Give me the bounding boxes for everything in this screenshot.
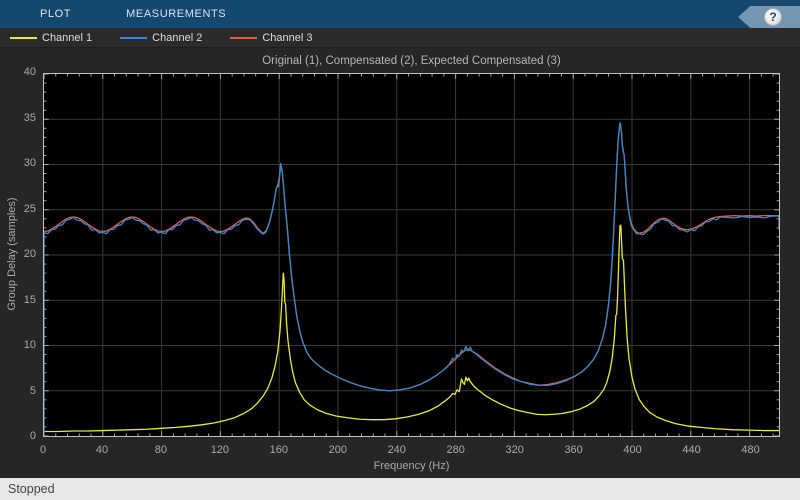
legend-item-channel3[interactable]: Channel 3: [230, 32, 330, 44]
tab-plot[interactable]: PLOT: [30, 0, 81, 28]
y-axis-label: Group Delay (samples): [6, 197, 18, 311]
channel2-line-swatch: [120, 36, 148, 39]
y-tick-label: 5: [29, 384, 36, 397]
x-tick-label: 440: [682, 444, 701, 456]
toolbar: PLOT MEASUREMENTS ?: [0, 0, 800, 28]
figure: Original (1), Compensated (2), Expected …: [0, 48, 800, 478]
y-tick-label: 10: [23, 339, 36, 351]
scope-window: PLOT MEASUREMENTS ? Channel 1 Channel 2 …: [0, 0, 800, 500]
help-banner: ?: [738, 6, 800, 28]
legend: Channel 1 Channel 2 Channel 3: [0, 28, 800, 48]
y-tick-label: 0: [29, 430, 36, 442]
x-tick-label: 360: [564, 444, 583, 456]
status-bar: Stopped: [0, 478, 800, 500]
x-tick-label: 160: [269, 444, 288, 456]
channel3-line-swatch: [230, 36, 258, 39]
y-tick-label: 40: [23, 66, 36, 78]
x-tick-label: 0: [39, 444, 47, 456]
status-text: Stopped: [8, 482, 55, 496]
help-button[interactable]: ?: [764, 8, 782, 26]
x-tick-label: 280: [446, 444, 465, 456]
x-tick-label: 400: [623, 444, 642, 456]
x-axis-label: Frequency (Hz): [373, 460, 450, 472]
x-tick-label: 480: [741, 444, 760, 456]
x-tick-label: 320: [505, 444, 524, 456]
plot-svg: [44, 74, 779, 436]
channel1-line-swatch: [10, 36, 37, 39]
x-tick-label: 80: [154, 444, 168, 456]
legend-label: Channel 1: [42, 31, 93, 44]
x-tick-label: 240: [387, 444, 406, 456]
x-tick-label: 200: [328, 444, 347, 456]
plot-area[interactable]: [43, 73, 780, 437]
chart-title: Original (1), Compensated (2), Expected …: [262, 55, 561, 67]
legend-item-channel2[interactable]: Channel 2: [120, 32, 220, 44]
y-tick-label: 30: [23, 157, 36, 169]
question-icon: ?: [769, 10, 777, 24]
y-tick-label: 35: [23, 111, 36, 124]
x-tick-label: 40: [95, 444, 109, 456]
legend-label: Channel 3: [262, 31, 313, 44]
x-tick-label: 120: [210, 444, 230, 456]
legend-item-channel1[interactable]: Channel 1: [10, 32, 110, 44]
tab-measurements[interactable]: MEASUREMENTS: [116, 0, 236, 28]
legend-label: Channel 2: [152, 31, 203, 44]
